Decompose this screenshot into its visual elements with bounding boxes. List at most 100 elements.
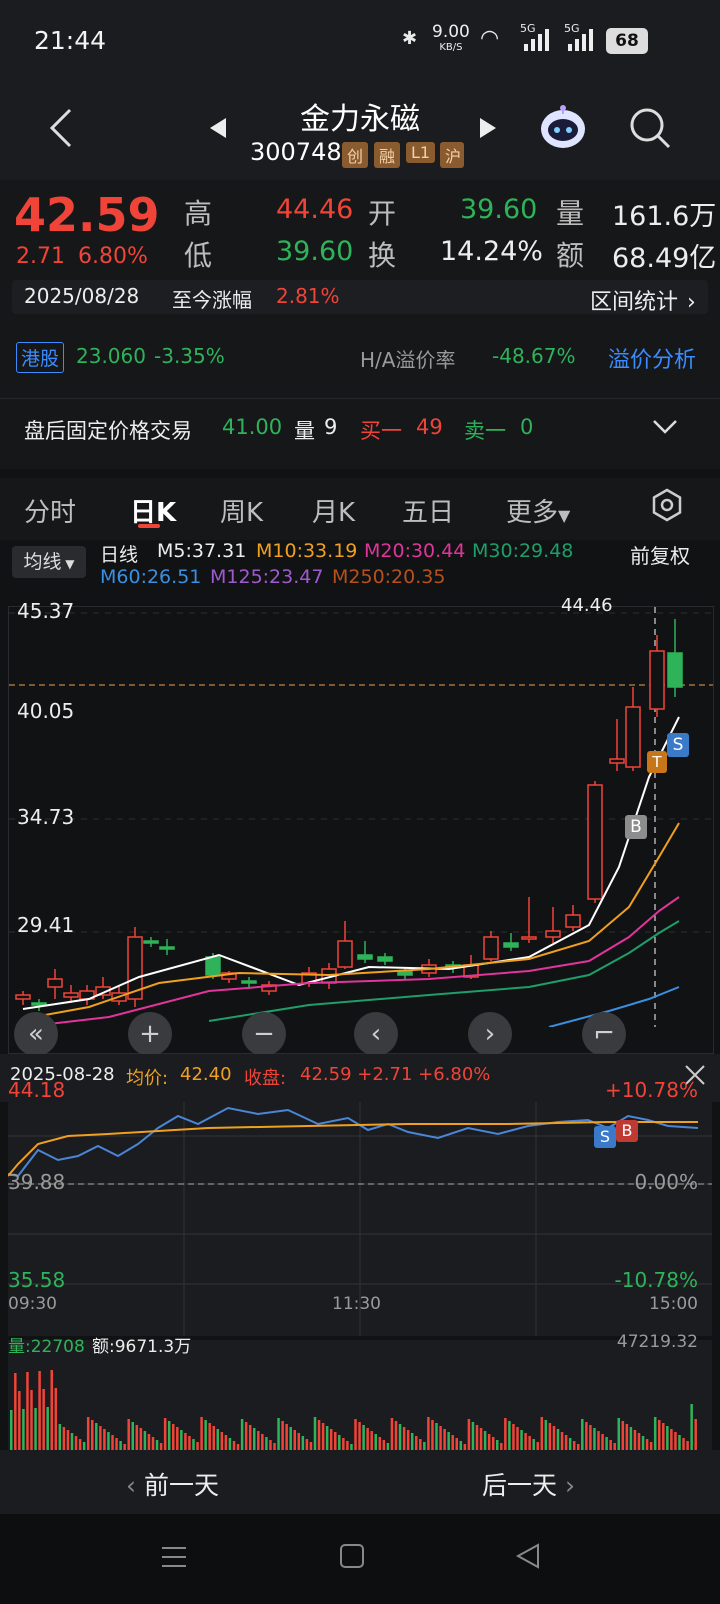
- volume-bar: [366, 1428, 369, 1450]
- amount-label: 额:9671.3万: [92, 1337, 192, 1357]
- ma125-value: M125:23.47: [210, 566, 324, 588]
- candle-body: [587, 784, 603, 900]
- y-label-2: 40.05: [17, 699, 75, 723]
- volume-bar: [257, 1431, 260, 1450]
- next-day-button[interactable]: 后一天 ›: [482, 1466, 575, 1502]
- volume-bar: [560, 1432, 564, 1450]
- volume-bar: [82, 1442, 86, 1450]
- volume-bar: [552, 1426, 556, 1450]
- volume-bar: [516, 1427, 519, 1450]
- amount-value: 68.49亿: [612, 243, 717, 274]
- volume-bar: [649, 1442, 653, 1450]
- volume-bar: [666, 1426, 669, 1450]
- sell-one-value: 0: [520, 415, 534, 439]
- buy-one-value: 49: [416, 415, 443, 439]
- volume-bar: [358, 1422, 361, 1450]
- after-hours-row[interactable]: 盘后固定价格交易 41.00 量 9 买一 49 卖一 0: [0, 398, 720, 469]
- volume-bar: [99, 1426, 102, 1450]
- premium-analysis-link[interactable]: 溢价分析: [608, 342, 696, 374]
- range-stats-link[interactable]: 区间统计 ›: [590, 284, 696, 316]
- chart-settings-icon[interactable]: [650, 488, 684, 526]
- buy-one-label: 买一: [360, 419, 402, 443]
- volume-label: 量:22708: [8, 1337, 85, 1357]
- tab-more[interactable]: 更多▼: [506, 492, 570, 529]
- search-icon[interactable]: [628, 106, 672, 154]
- volume-bar: [293, 1430, 296, 1450]
- volume-bar: [354, 1419, 357, 1450]
- volume-bar: [597, 1431, 600, 1450]
- network-speed: 9.00 KB/S: [432, 24, 470, 56]
- after-hours-label: 盘后固定价格交易: [24, 419, 192, 443]
- volume-bar: [678, 1435, 681, 1450]
- volume-bar: [581, 1419, 584, 1450]
- volume-bar: [585, 1422, 588, 1450]
- after-hours-price: 41.00: [222, 415, 283, 439]
- tab-monthly-k[interactable]: 月K: [312, 492, 355, 529]
- speed-value: 9.00: [432, 22, 470, 42]
- volume-bar: [508, 1421, 511, 1450]
- after-hours-vol-label: 量: [294, 419, 315, 443]
- hk-change: -3.35%: [154, 344, 225, 368]
- tab-intraday[interactable]: 分时: [24, 492, 76, 529]
- volume-bar: [281, 1421, 284, 1450]
- volume-bar: [14, 1373, 17, 1450]
- volume-bar: [18, 1391, 21, 1450]
- zoom-in-button[interactable]: +: [128, 1012, 172, 1056]
- sell-signal-badge[interactable]: S: [667, 733, 689, 757]
- intra-y-mid: 39.88: [8, 1170, 66, 1194]
- next-stock-icon[interactable]: [478, 116, 498, 144]
- volume-bar: [625, 1424, 629, 1450]
- t-signal-badge[interactable]: T: [647, 751, 667, 773]
- high-label: 高: [184, 197, 213, 230]
- volume-bar: [305, 1439, 309, 1450]
- fullscreen-button[interactable]: ⌐: [582, 1012, 626, 1056]
- volume-bar: [172, 1424, 175, 1450]
- adjust-mode[interactable]: 前复权: [630, 540, 690, 569]
- tab-weekly-k[interactable]: 周K: [220, 492, 263, 529]
- intra-sell-badge[interactable]: S: [594, 1126, 616, 1148]
- scroll-right-button[interactable]: ›: [468, 1012, 512, 1056]
- ma-type-dropdown[interactable]: 均线 ▼: [12, 546, 86, 578]
- candle-body: [649, 650, 665, 710]
- kline-chart[interactable]: 45.37 40.05 34.73 29.41 44.46 B T S: [8, 588, 714, 1054]
- candle-body: [337, 940, 353, 968]
- volume-bar: [520, 1430, 523, 1450]
- buy-signal-badge[interactable]: B: [625, 815, 647, 839]
- intra-buy-badge[interactable]: B: [616, 1120, 638, 1142]
- volume-bar: [431, 1420, 434, 1450]
- scroll-left-button[interactable]: ‹: [354, 1012, 398, 1056]
- candle-body: [521, 936, 537, 940]
- zoom-out-button[interactable]: −: [242, 1012, 286, 1056]
- volume-bar: [212, 1426, 215, 1450]
- signal-2-icon: [566, 26, 598, 56]
- volume-bar: [443, 1429, 446, 1450]
- volume-bar: [334, 1432, 337, 1450]
- volume-bar: [321, 1423, 325, 1450]
- quote-panel: 42.59 2.71 6.80% 高 44.46 低 39.60 开 39.60…: [0, 180, 720, 330]
- volume-bar: [593, 1428, 596, 1450]
- volume-bar: [512, 1424, 515, 1450]
- price-change-pct: 6.80%: [78, 244, 148, 269]
- menu-icon[interactable]: [160, 1544, 188, 1574]
- volume-bar: [528, 1436, 531, 1450]
- amount-label: 额: [556, 239, 585, 272]
- intra-y-top: 44.18: [8, 1078, 66, 1102]
- volume-bar: [86, 1417, 90, 1450]
- expand-chevron-icon[interactable]: [652, 419, 678, 439]
- volume-bar: [103, 1429, 106, 1450]
- intraday-chart[interactable]: 44.18 39.88 35.58 +10.78% 0.00% -10.78% …: [7, 1078, 712, 1336]
- rewind-button[interactable]: «: [14, 1012, 58, 1056]
- day-navigation: ‹ 前一天 后一天 ›: [0, 1450, 720, 1514]
- tab-five-day[interactable]: 五日: [402, 492, 454, 529]
- hk-row: 港股 23.060 -3.35% H/A溢价率 -48.67% 溢价分析: [0, 330, 720, 398]
- volume-bar: [42, 1389, 45, 1450]
- back-nav-icon[interactable]: [514, 1542, 542, 1574]
- volume-bar: [167, 1421, 171, 1450]
- prev-day-button[interactable]: ‹ 前一天: [126, 1466, 219, 1502]
- intra-pct-bot: -10.78%: [614, 1268, 698, 1292]
- volume-bar: [346, 1441, 349, 1450]
- robot-assistant-icon[interactable]: [538, 102, 588, 156]
- home-icon[interactable]: [338, 1542, 366, 1574]
- volume-bar: [439, 1426, 442, 1450]
- high-value: 44.46: [276, 194, 354, 225]
